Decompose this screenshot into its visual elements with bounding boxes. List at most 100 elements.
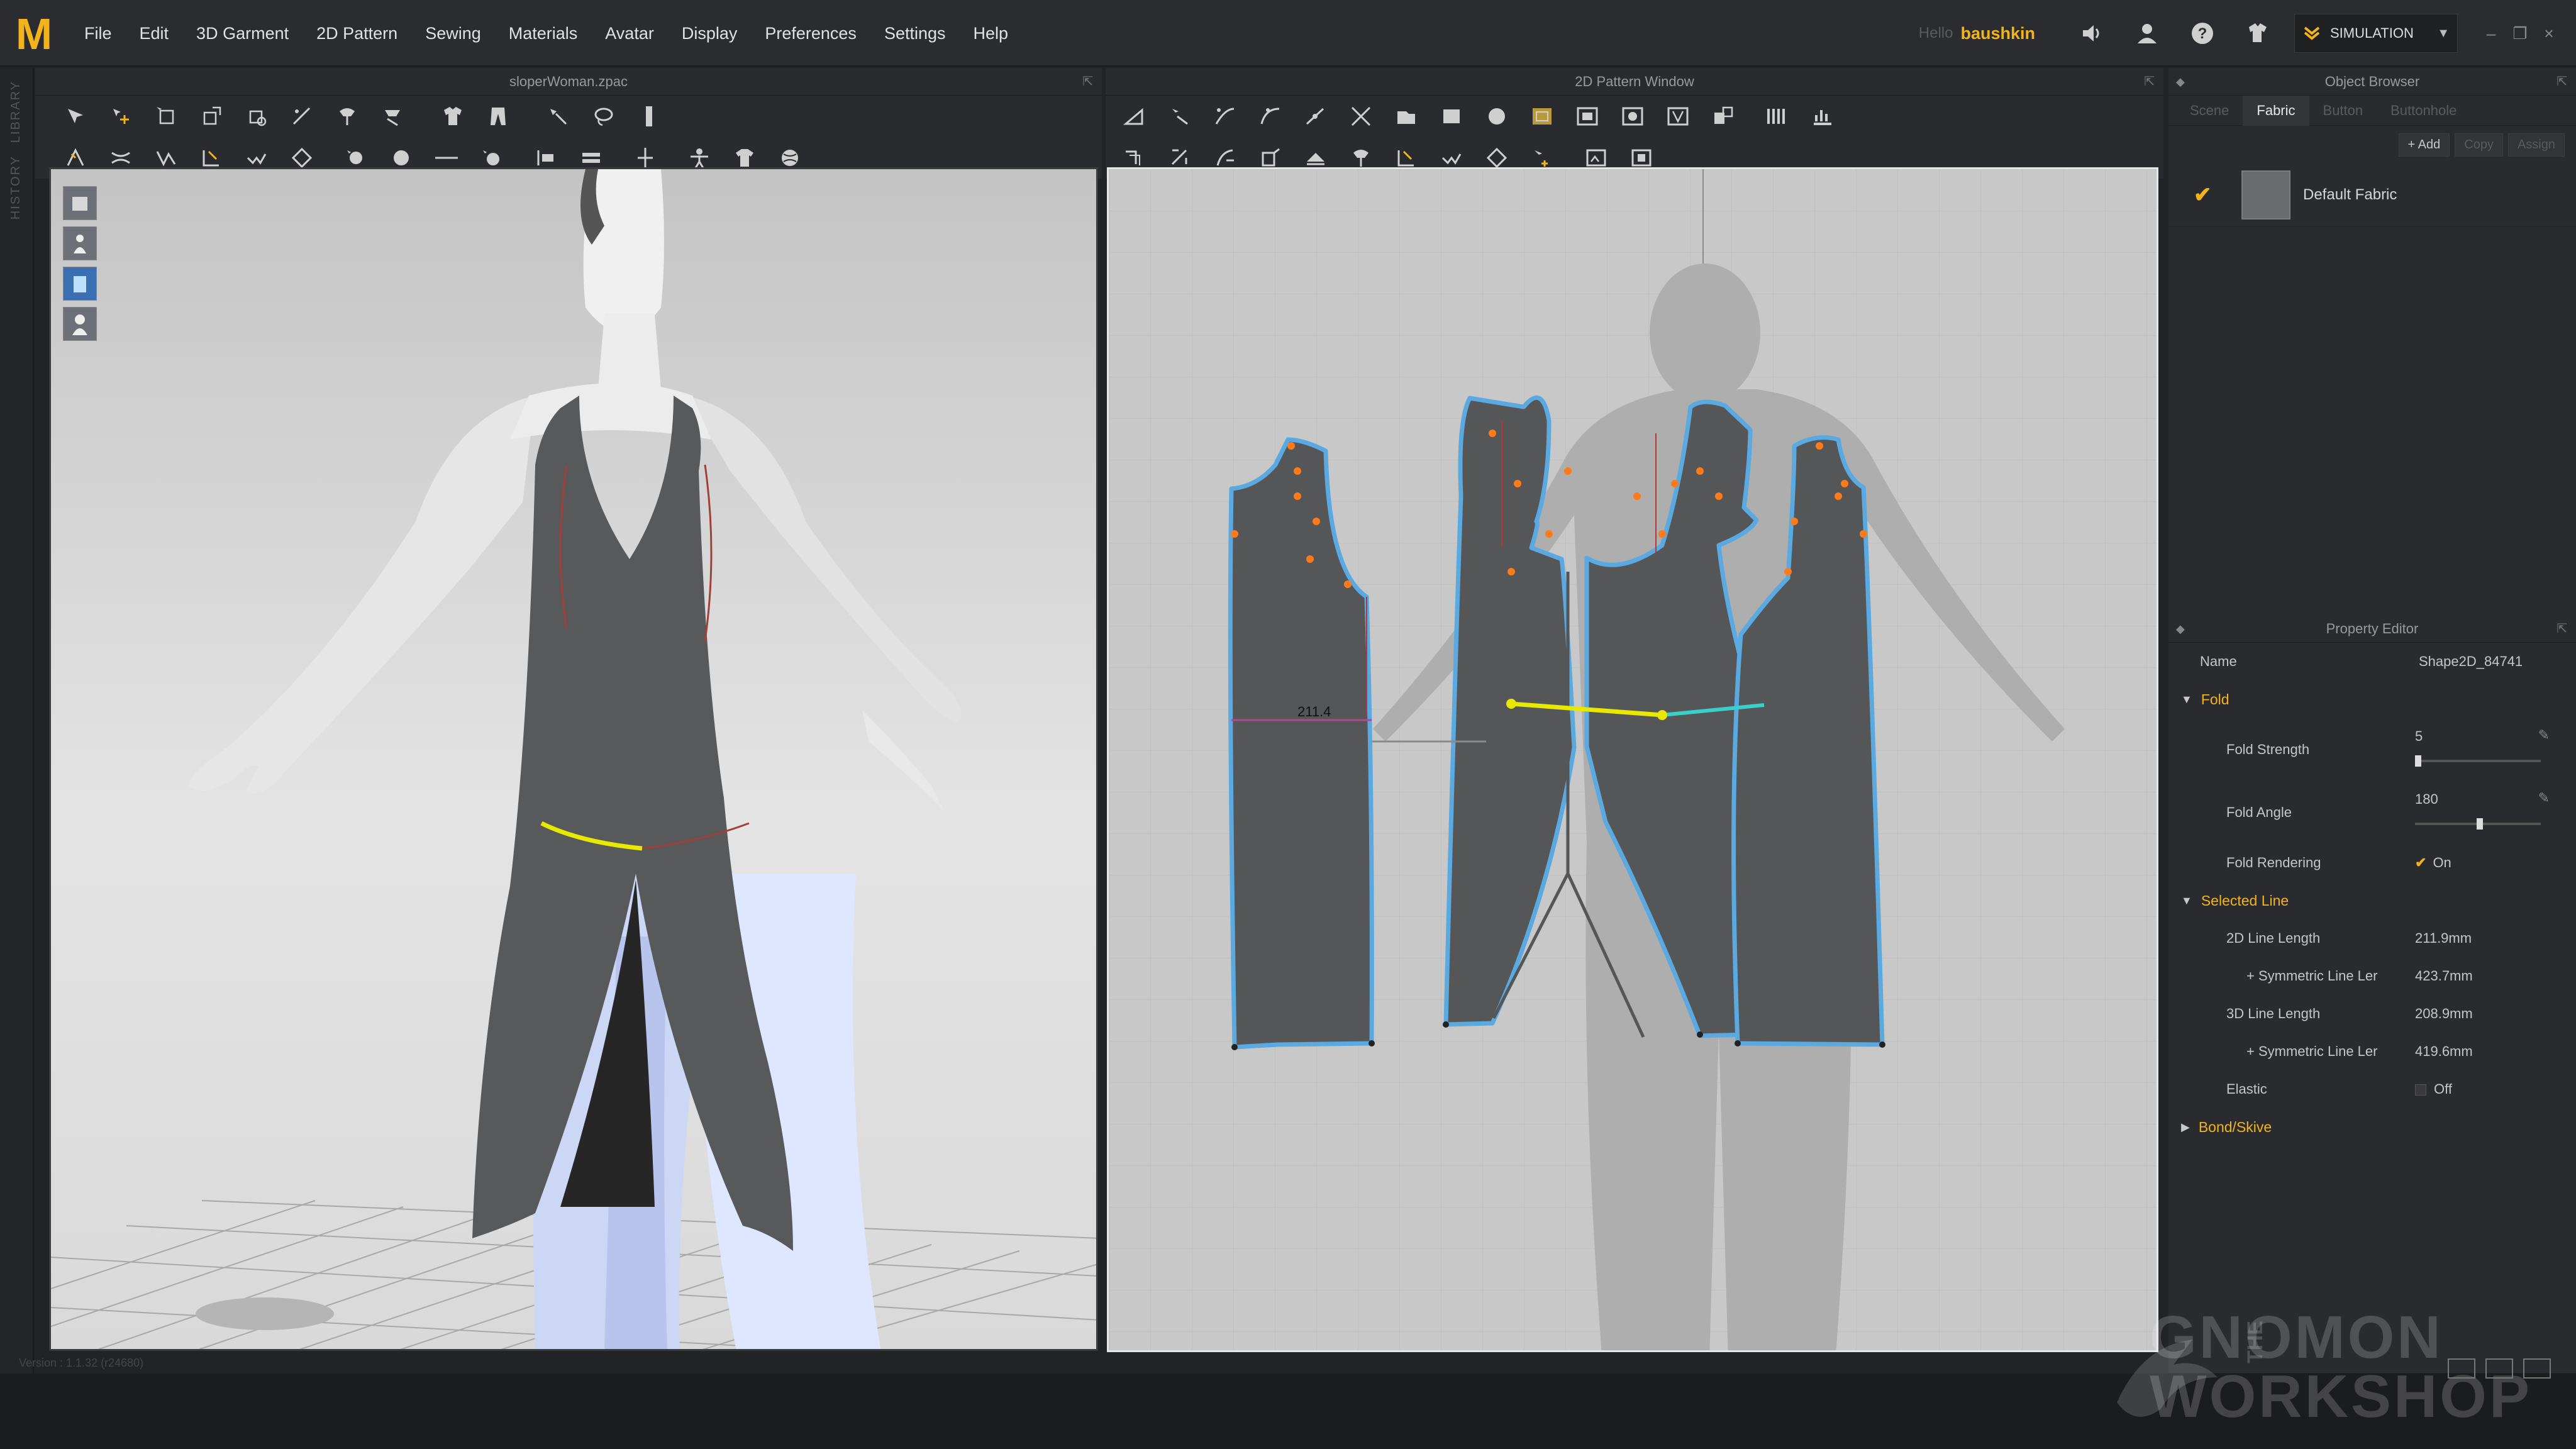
menu-avatar[interactable]: Avatar xyxy=(591,0,668,67)
fold-angle-slider[interactable] xyxy=(2415,818,2541,830)
topstitch-icon[interactable] xyxy=(479,145,504,170)
garment-show-icon[interactable] xyxy=(63,267,97,301)
popout-icon[interactable]: ⇱ xyxy=(2557,68,2567,96)
name-value[interactable]: Shape2D_84741 xyxy=(2419,653,2523,670)
circle-tool-icon[interactable] xyxy=(389,145,414,170)
tab-button[interactable]: Button xyxy=(2309,96,2377,126)
garment-fit-icon[interactable] xyxy=(440,104,465,129)
user-name[interactable]: baushkin xyxy=(1960,24,2035,43)
layout-split-icon[interactable] xyxy=(2485,1358,2513,1379)
rotate-icon[interactable] xyxy=(244,104,269,129)
transform-icon[interactable] xyxy=(199,104,224,129)
mode-selector[interactable]: SIMULATION ▼ xyxy=(2294,14,2458,53)
edit-pencil-icon[interactable]: ✎ xyxy=(2538,790,2550,806)
square-tool-icon[interactable] xyxy=(1439,104,1464,129)
fold-strength-slider[interactable] xyxy=(2415,755,2541,767)
avatar-pose-icon[interactable] xyxy=(687,145,712,170)
garment-settings-icon[interactable] xyxy=(2240,16,2275,51)
edit-pencil-icon[interactable]: ✎ xyxy=(2538,727,2550,743)
tack-icon[interactable] xyxy=(380,104,405,129)
unfold-icon[interactable] xyxy=(1258,145,1283,170)
collapse-arrow-icon[interactable]: ◆ xyxy=(2176,615,2185,643)
menu-preferences[interactable]: Preferences xyxy=(751,0,870,67)
selected-line-section[interactable]: ▼ Selected Line xyxy=(2168,882,2576,919)
align-icon[interactable] xyxy=(533,145,558,170)
history-tab[interactable]: HISTORY xyxy=(9,155,23,219)
seam-tool-icon[interactable] xyxy=(108,145,133,170)
close-button[interactable]: × xyxy=(2534,24,2563,43)
speaker-icon[interactable] xyxy=(2074,16,2109,51)
shirt-icon[interactable] xyxy=(732,145,757,170)
fabric-ball-icon[interactable] xyxy=(777,145,802,170)
select-move-icon[interactable] xyxy=(63,104,88,129)
menu-materials[interactable]: Materials xyxy=(495,0,592,67)
add-fabric-button[interactable]: + Add xyxy=(2398,133,2450,157)
edit-pattern-icon[interactable] xyxy=(1167,104,1192,129)
texture-edit-icon[interactable] xyxy=(1584,145,1609,170)
fold-arrange-icon[interactable] xyxy=(1303,145,1328,170)
library-tab[interactable]: LIBRARY xyxy=(9,80,23,143)
free-sew-2d-icon[interactable] xyxy=(1439,145,1464,170)
layout-icon[interactable] xyxy=(1711,104,1736,129)
3d-viewport[interactable] xyxy=(49,167,1098,1351)
user-icon[interactable] xyxy=(2129,16,2165,51)
ruler-icon[interactable] xyxy=(636,104,662,129)
internal-circle-icon[interactable] xyxy=(1620,104,1645,129)
segment-sew-2d-icon[interactable] xyxy=(1394,145,1419,170)
avatar-silhouette-icon[interactable] xyxy=(63,307,97,341)
fabric-list-item[interactable]: ✔ Default Fabric xyxy=(2168,164,2576,226)
minimize-button[interactable]: – xyxy=(2477,24,2506,43)
rectangle-tool-icon[interactable] xyxy=(1394,104,1419,129)
popout-icon[interactable]: ⇱ xyxy=(1082,68,1093,96)
selected-point-start[interactable] xyxy=(1506,699,1516,709)
slider-knob[interactable] xyxy=(2477,818,2483,830)
seam-allowance-icon[interactable] xyxy=(1122,145,1147,170)
pin-icon[interactable] xyxy=(335,104,360,129)
edit-point-icon[interactable] xyxy=(1213,104,1238,129)
selected-point-end[interactable] xyxy=(1657,710,1667,720)
split-icon[interactable] xyxy=(633,145,658,170)
diamond-tool-icon[interactable] xyxy=(289,145,314,170)
free-sew-icon[interactable] xyxy=(199,145,224,170)
popout-icon[interactable]: ⇱ xyxy=(2557,615,2567,643)
menu-edit[interactable]: Edit xyxy=(126,0,183,67)
check-sew-icon[interactable] xyxy=(244,145,269,170)
bond-skive-section[interactable]: ▶ Bond/Skive xyxy=(2168,1108,2576,1146)
grid-bars-icon[interactable] xyxy=(1765,104,1790,129)
maximize-button[interactable]: ❐ xyxy=(2506,24,2534,43)
add-curve-point-icon[interactable] xyxy=(1303,104,1328,129)
ellipse-tool-icon[interactable] xyxy=(1484,104,1509,129)
tab-buttonhole[interactable]: Buttonhole xyxy=(2377,96,2470,126)
tack-2d-icon[interactable] xyxy=(1348,145,1374,170)
dart-icon[interactable] xyxy=(1665,104,1690,129)
fold-strength-value[interactable]: 5 xyxy=(2415,728,2423,745)
collapse-arrow-icon[interactable]: ◆ xyxy=(2176,68,2185,96)
fold-section[interactable]: ▼ Fold xyxy=(2168,680,2576,718)
texture-transform-icon[interactable] xyxy=(1629,145,1654,170)
menu-help[interactable]: Help xyxy=(960,0,1023,67)
elastic-checkbox[interactable] xyxy=(2415,1084,2426,1096)
elastic-toggle[interactable]: Off xyxy=(2415,1081,2452,1097)
layer-icon[interactable] xyxy=(579,145,604,170)
internal-rect-icon[interactable] xyxy=(1530,104,1555,129)
menu-sewing[interactable]: Sewing xyxy=(411,0,495,67)
graph-icon[interactable] xyxy=(1810,104,1835,129)
edit-curvature-icon[interactable] xyxy=(1258,104,1283,129)
2d-pattern-viewport[interactable]: 211.4 xyxy=(1107,167,2158,1352)
tab-scene[interactable]: Scene xyxy=(2176,96,2243,126)
menu-display[interactable]: Display xyxy=(668,0,752,67)
layout-single-icon[interactable] xyxy=(2448,1358,2475,1379)
edit-curve-icon[interactable] xyxy=(289,104,314,129)
sewing-diamond-icon[interactable] xyxy=(1484,145,1509,170)
tab-fabric[interactable]: Fabric xyxy=(2243,95,2309,126)
grading-icon[interactable] xyxy=(1167,145,1192,170)
cut-pattern-icon[interactable] xyxy=(1348,104,1374,129)
brush-icon[interactable] xyxy=(546,104,571,129)
line2d-value[interactable]: 211.9mm xyxy=(2415,930,2472,947)
fold-angle-value[interactable]: 180 xyxy=(2415,791,2438,808)
segment-sew-icon[interactable] xyxy=(153,145,179,170)
menu-file[interactable]: File xyxy=(70,0,126,67)
menu-3d-garment[interactable]: 3D Garment xyxy=(182,0,303,67)
line-tool-icon[interactable] xyxy=(434,145,459,170)
help-icon[interactable]: ? xyxy=(2185,16,2220,51)
